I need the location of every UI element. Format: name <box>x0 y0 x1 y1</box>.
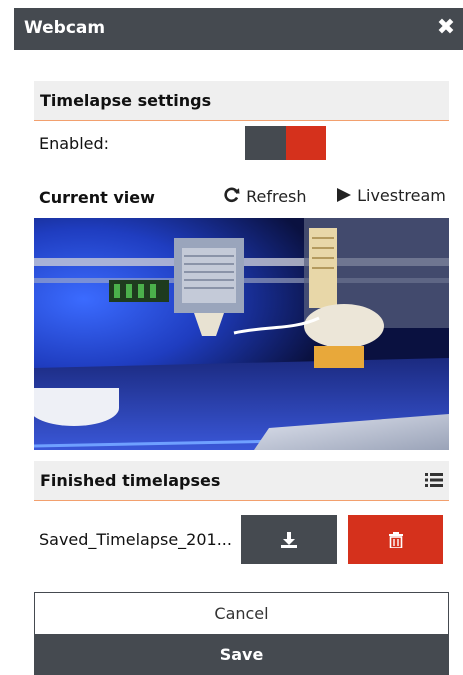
cancel-button[interactable]: Cancel <box>34 592 449 635</box>
current-view-heading: Current view <box>39 188 155 207</box>
timelapse-file-name: Saved_Timelapse_201... <box>39 530 232 549</box>
dialog-title: Webcam <box>24 18 106 38</box>
save-button[interactable]: Save <box>34 635 449 675</box>
webcam-dialog: Webcam ✖ Timelapse settings Enabled: Cur… <box>14 8 463 675</box>
list-icon[interactable] <box>425 473 443 487</box>
download-timelapse-button[interactable] <box>241 515 337 564</box>
enabled-label: Enabled: <box>39 134 110 153</box>
livestream-label: Livestream <box>357 186 446 205</box>
close-icon[interactable]: ✖ <box>435 16 457 40</box>
refresh-icon <box>224 187 240 203</box>
trash-icon <box>388 531 403 548</box>
dialog-titlebar: Webcam ✖ <box>14 8 463 50</box>
webcam-image <box>34 218 449 450</box>
toggle-off-segment <box>245 126 286 160</box>
play-icon <box>337 188 351 202</box>
finished-timelapses-heading: Finished timelapses <box>40 471 221 490</box>
timelapse-settings-heading: Timelapse settings <box>40 91 212 110</box>
enabled-toggle[interactable] <box>245 126 326 160</box>
timelapse-settings-header: Timelapse settings <box>34 81 449 121</box>
delete-timelapse-button[interactable] <box>348 515 443 564</box>
finished-timelapses-header: Finished timelapses <box>34 461 449 501</box>
refresh-label: Refresh <box>246 187 307 206</box>
download-icon <box>281 531 297 548</box>
livestream-button[interactable]: Livestream <box>336 186 446 205</box>
refresh-button[interactable]: Refresh <box>223 186 307 206</box>
toggle-on-segment <box>286 126 326 160</box>
